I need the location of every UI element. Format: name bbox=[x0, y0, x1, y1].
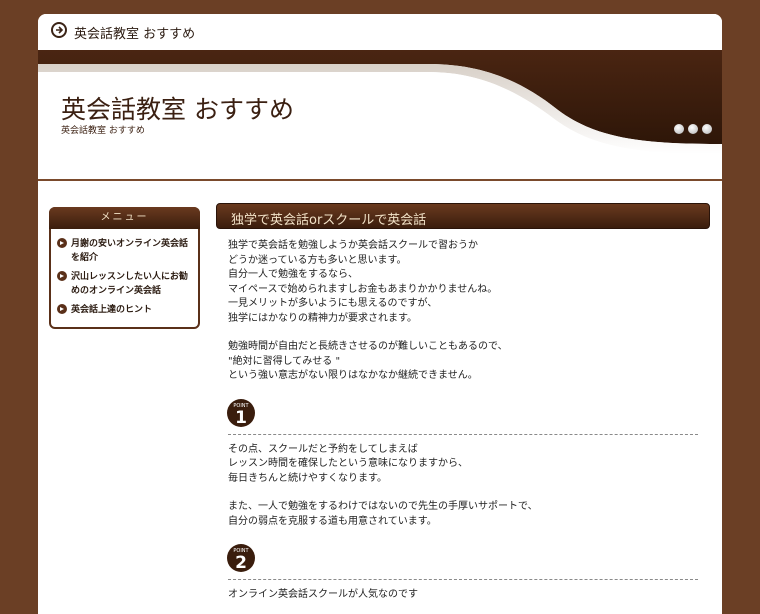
sidebar-item-label[interactable]: 月謝の安いオンライン英会話を紹介 bbox=[71, 239, 188, 263]
dotted-divider bbox=[228, 433, 698, 435]
sidebar-item-many-lessons[interactable]: 沢山レッスンしたい人にお勧めのオンライン英会話 bbox=[57, 270, 195, 298]
text-line: 独学にはかなりの精神力が要求されます。 bbox=[228, 312, 417, 324]
point-2-badge: POINT 2 bbox=[226, 543, 708, 573]
article-heading: 独学で英会話orスクールで英会話 bbox=[231, 213, 427, 228]
text-line: 独学で英会話を勉強しようか英会話スクールで習おうか bbox=[228, 240, 478, 251]
text-line: その点、スクールだと予約をしてしまえば bbox=[228, 443, 418, 455]
sidebar-heading: メニュー bbox=[49, 207, 200, 229]
sidebar-item-label[interactable]: 沢山レッスンしたい人にお勧めのオンライン英会話 bbox=[71, 272, 188, 296]
sidebar-item-cheap-online[interactable]: 月謝の安いオンライン英会話を紹介 bbox=[57, 237, 195, 265]
paragraph: また、一人で勉強をするわけではないので先生の手厚いサポートで、 自分の弱点を克服… bbox=[228, 500, 708, 529]
chevron-right-icon bbox=[57, 271, 67, 281]
site-name-link[interactable]: 英会話教室 おすすめ bbox=[74, 23, 195, 42]
chevron-right-icon bbox=[57, 304, 67, 314]
page-container: 英会話教室 おすすめ 英会話教室 おすすめ 英会話教室 おすすめ メニュー 月謝… bbox=[38, 14, 722, 614]
dotted-divider bbox=[228, 579, 698, 580]
slider-dot-3[interactable] bbox=[702, 124, 712, 134]
point-2-number: 2 bbox=[235, 553, 247, 573]
paragraph: 勉強時間が自由だと長続きさせるのが難しいこともあるので、 "絶対に習得してみせる… bbox=[228, 340, 708, 384]
text-line: また、一人で勉強をするわけではないので先生の手厚いサポートで、 bbox=[228, 501, 538, 512]
chevron-right-icon bbox=[57, 238, 67, 248]
text-line: レッスン時間を確保したという意味になりますから、 bbox=[228, 458, 468, 469]
site-subtitle: 英会話教室 おすすめ bbox=[61, 126, 145, 136]
text-line: マイペースで始められますしお金もあまりかかりませんね。 bbox=[228, 283, 498, 295]
article-heading-bar: 独学で英会話orスクールで英会話 bbox=[216, 203, 710, 229]
text-line: オンライン英会話スクールが人気なのです bbox=[228, 589, 418, 600]
text-line: "絶対に習得してみせる " bbox=[228, 355, 341, 367]
point-2-icon: POINT 2 bbox=[227, 544, 255, 573]
text-line: 勉強時間が自由だと長続きさせるのが難しいこともあるので、 bbox=[228, 341, 508, 352]
top-bar: 英会話教室 おすすめ bbox=[38, 14, 722, 50]
paragraph: その点、スクールだと予約をしてしまえば レッスン時間を確保したという意味になりま… bbox=[228, 443, 708, 487]
text-line: 一見メリットが多いようにも思えるのですが、 bbox=[228, 298, 438, 309]
text-line: 自分の弱点を克服する道も用意されています。 bbox=[228, 515, 437, 527]
slider-dots bbox=[674, 119, 716, 138]
point-1-icon: POINT 1 bbox=[227, 398, 255, 428]
header-divider bbox=[38, 179, 722, 181]
site-title: 英会話教室 おすすめ bbox=[61, 95, 294, 124]
text-line: 毎日きちんと続けやすくなります。 bbox=[228, 472, 387, 484]
slider-dot-2[interactable] bbox=[688, 124, 698, 134]
text-line: 自分一人で勉強をするなら、 bbox=[228, 269, 358, 280]
point-1-number: 1 bbox=[235, 408, 247, 428]
paragraph: 独学で英会話を勉強しようか英会話スクールで習おうか どうか迷っている方も多いと思… bbox=[228, 239, 708, 326]
arrow-right-icon[interactable] bbox=[51, 22, 67, 38]
point-1-badge: POINT 1 bbox=[226, 398, 708, 428]
paragraph: オンライン英会話スクールが人気なのです bbox=[228, 588, 708, 603]
text-line: という強い意志がない限りはなかなか継続できません。 bbox=[228, 370, 478, 381]
sidebar-menu: メニュー 月謝の安いオンライン英会話を紹介 沢山レッスンしたい人にお勧めのオンラ… bbox=[49, 207, 200, 329]
text-line: どうか迷っている方も多いと思います。 bbox=[228, 254, 407, 266]
slider-dot-1[interactable] bbox=[674, 124, 684, 134]
sidebar-item-label[interactable]: 英会話上達のヒント bbox=[71, 305, 152, 315]
sidebar-item-tips[interactable]: 英会話上達のヒント bbox=[57, 303, 195, 317]
article-content: 独学で英会話を勉強しようか英会話スクールで習おうか どうか迷っている方も多いと思… bbox=[226, 239, 708, 614]
header-banner: 英会話教室 おすすめ 英会話教室 おすすめ bbox=[38, 50, 722, 180]
